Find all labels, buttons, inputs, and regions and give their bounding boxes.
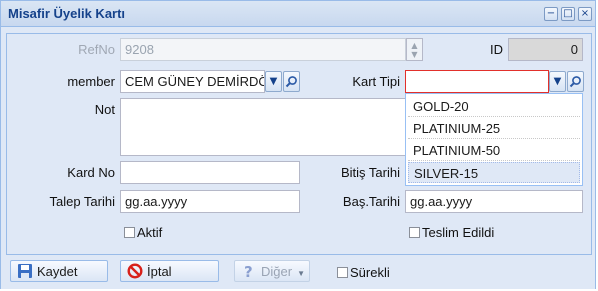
bas-tarihi-label: Baş.Tarihi <box>342 194 400 209</box>
surekli-label: Sürekli <box>350 265 390 280</box>
member-combo[interactable]: CEM GÜNEY DEMİRDÖ <box>120 70 265 93</box>
checkbox-icon <box>337 267 348 278</box>
chevron-down-icon: ▼ <box>297 269 305 278</box>
kart-tipi-options-list: GOLD-20 PLATINIUM-25 PLATINIUM-50 SILVER… <box>405 93 583 186</box>
window-title: Misafir Üyelik Kartı <box>8 6 126 21</box>
kart-tipi-combo[interactable] <box>405 70 549 93</box>
chevron-down-icon: ▼ <box>553 76 562 87</box>
member-label: member <box>67 74 115 89</box>
kard-no-label: Kard No <box>67 165 115 180</box>
member-dropdown-trigger[interactable]: ▼ <box>265 71 282 92</box>
refno-field: 9208 <box>120 38 406 61</box>
aktif-checkbox[interactable]: Aktif <box>124 225 162 240</box>
talep-tarihi-field[interactable]: gg.aa.yyyy <box>120 190 300 213</box>
window-titlebar[interactable]: Misafir Üyelik Kartı − □ × <box>1 1 595 27</box>
option-platinium-50[interactable]: PLATINIUM-50 <box>408 140 580 161</box>
question-icon: ? <box>244 263 253 279</box>
kart-tipi-dropdown-trigger[interactable]: ▼ <box>549 71 566 92</box>
red-circle-slash-icon <box>127 263 143 279</box>
magnifier-icon <box>285 76 297 88</box>
id-label: ID <box>490 42 503 57</box>
surekli-checkbox[interactable]: Sürekli <box>337 265 390 280</box>
save-button[interactable]: Kaydet <box>10 260 108 282</box>
close-icon[interactable]: × <box>578 7 592 21</box>
aktif-label: Aktif <box>137 225 163 240</box>
save-label: Kaydet <box>37 264 78 279</box>
maximize-icon[interactable]: □ <box>561 7 575 21</box>
member-lookup-button[interactable] <box>283 71 300 92</box>
kart-tipi-lookup-button[interactable] <box>567 71 584 92</box>
svg-text:?: ? <box>244 263 253 279</box>
not-textarea[interactable] <box>120 98 410 156</box>
other-menu-button[interactable]: ? Diğer ▼ <box>234 260 310 282</box>
kart-tipi-label: Kart Tipi <box>352 74 400 89</box>
cancel-label: İptal <box>147 264 172 279</box>
floppy-disk-icon <box>18 264 32 278</box>
magnifier-icon <box>569 76 581 88</box>
minimize-icon[interactable]: − <box>544 7 558 21</box>
not-label: Not <box>94 102 115 117</box>
teslim-edildi-label: Teslim Edildi <box>422 225 495 240</box>
id-field: 0 <box>508 38 583 61</box>
checkbox-icon <box>124 227 135 238</box>
talep-tarihi-label: Talep Tarihi <box>49 194 115 209</box>
bitis-tarihi-label: Bitiş Tarihi <box>340 165 400 180</box>
kard-no-field[interactable] <box>120 161 300 184</box>
member-card-window: Misafir Üyelik Kartı − □ × RefNo 9208 ▲ ▼… <box>0 0 596 289</box>
refno-label: RefNo <box>78 42 115 57</box>
bottom-toolbar: Kaydet İptal ? Diğer ▼ Sürekli <box>1 257 595 289</box>
option-platinium-25[interactable]: PLATINIUM-25 <box>408 118 580 139</box>
checkbox-icon <box>409 227 420 238</box>
bas-tarihi-field[interactable]: gg.aa.yyyy <box>405 190 583 213</box>
option-gold-20[interactable]: GOLD-20 <box>408 96 580 117</box>
other-label: Diğer <box>261 264 293 279</box>
teslim-edildi-checkbox[interactable]: Teslim Edildi <box>409 225 494 240</box>
chevron-down-icon: ▼ <box>269 76 278 87</box>
refno-spinner: ▲ ▼ <box>406 38 423 61</box>
option-silver-15[interactable]: SILVER-15 <box>408 162 580 183</box>
cancel-button[interactable]: İptal <box>120 260 219 282</box>
